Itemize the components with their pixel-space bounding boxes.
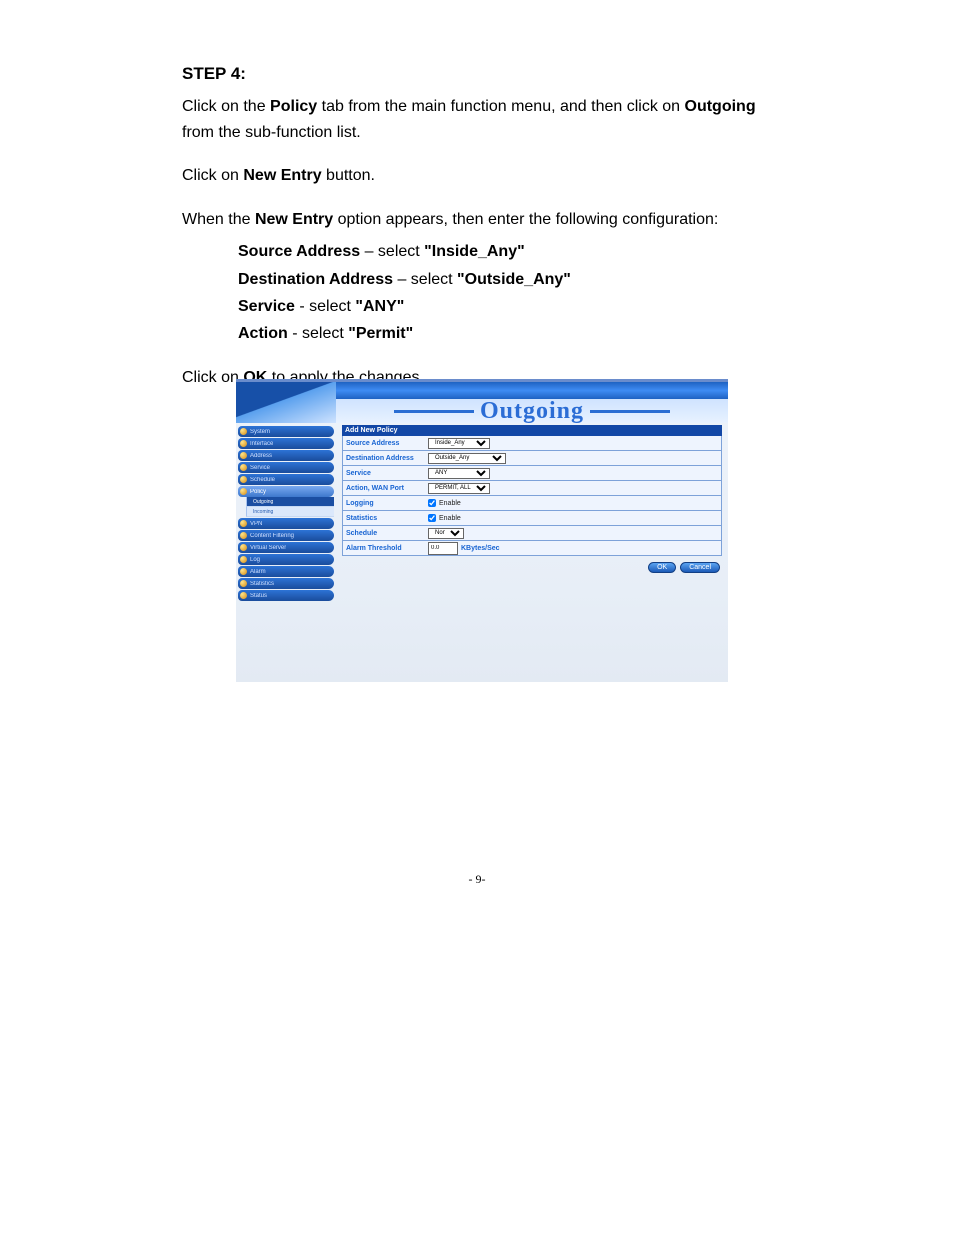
sidebar-item-statistics[interactable]: Statistics <box>238 578 334 589</box>
sidebar-item-address[interactable]: Address <box>238 450 334 461</box>
paragraph-3: When the New Entry option appears, then … <box>182 207 782 233</box>
screenshot-outgoing-policy: Outgoing System Interface Address Servic… <box>236 379 728 682</box>
button-row: OK Cancel <box>342 556 722 573</box>
config-list: Source Address – select "Inside_Any" Des… <box>238 238 782 347</box>
row-alarm-threshold: Alarm Threshold KBytes/Sec <box>342 541 722 556</box>
row-logging: Logging Enable <box>342 496 722 511</box>
policy-form: Add New Policy Source Address Inside_Any… <box>336 423 728 601</box>
sidebar-subitem-incoming[interactable]: Incoming <box>246 507 334 517</box>
sidebar-item-vpn[interactable]: VPN <box>238 518 334 529</box>
sidebar-subitem-outgoing[interactable]: Outgoing <box>246 497 334 507</box>
destination-address-select[interactable]: Outside_Any <box>428 453 506 464</box>
alarm-threshold-input[interactable] <box>428 542 458 555</box>
logging-checkbox[interactable] <box>428 499 436 507</box>
nav-icon <box>240 428 247 435</box>
action-select[interactable]: PERMIT, ALL <box>428 483 490 494</box>
sidebar-item-virtual-server[interactable]: Virtual Server <box>238 542 334 553</box>
service-select[interactable]: ANY <box>428 468 490 479</box>
banner-line-left <box>394 410 474 413</box>
banner-bar: Outgoing <box>236 399 728 423</box>
cancel-button[interactable]: Cancel <box>680 562 720 573</box>
nav-icon <box>240 532 247 539</box>
paragraph-1: Click on the Policy tab from the main fu… <box>182 94 782 145</box>
banner-line-right <box>590 410 670 413</box>
sidebar-item-interface[interactable]: Interface <box>238 438 334 449</box>
statistics-checkbox[interactable] <box>428 514 436 522</box>
row-action: Action, WAN Port PERMIT, ALL <box>342 481 722 496</box>
logo <box>236 382 336 423</box>
nav-icon <box>240 440 247 447</box>
nav-icon <box>240 592 247 599</box>
nav-icon <box>240 544 247 551</box>
nav-icon <box>240 464 247 471</box>
ok-button[interactable]: OK <box>648 562 676 573</box>
form-header: Add New Policy <box>342 425 722 436</box>
page-number: - 9- <box>0 872 954 887</box>
row-schedule: Schedule None <box>342 526 722 541</box>
sidebar-item-policy[interactable]: Policy <box>238 486 334 497</box>
banner: Outgoing <box>336 399 728 423</box>
row-service: Service ANY <box>342 466 722 481</box>
row-statistics: Statistics Enable <box>342 511 722 526</box>
nav-icon <box>240 452 247 459</box>
instructions-text: STEP 4: Click on the Policy tab from the… <box>182 64 782 409</box>
nav-icon <box>240 556 247 563</box>
sidebar-item-system[interactable]: System <box>238 426 334 437</box>
sidebar-item-content-filtering[interactable]: Content Filtering <box>238 530 334 541</box>
sidebar-item-status[interactable]: Status <box>238 590 334 601</box>
row-source-address: Source Address Inside_Any <box>342 436 722 451</box>
page-title: Outgoing <box>480 398 584 425</box>
step-heading: STEP 4: <box>182 64 782 84</box>
sidebar-item-schedule[interactable]: Schedule <box>238 474 334 485</box>
sidebar: System Interface Address Service Schedul… <box>236 423 336 601</box>
nav-icon <box>240 520 247 527</box>
nav-icon <box>240 568 247 575</box>
source-address-select[interactable]: Inside_Any <box>428 438 490 449</box>
sidebar-item-service[interactable]: Service <box>238 462 334 473</box>
paragraph-2: Click on New Entry button. <box>182 163 782 189</box>
nav-icon <box>240 476 247 483</box>
row-destination-address: Destination Address Outside_Any <box>342 451 722 466</box>
nav-icon <box>240 488 247 495</box>
schedule-select[interactable]: None <box>428 528 464 539</box>
sidebar-item-log[interactable]: Log <box>238 554 334 565</box>
sidebar-item-alarm[interactable]: Alarm <box>238 566 334 577</box>
nav-icon <box>240 580 247 587</box>
